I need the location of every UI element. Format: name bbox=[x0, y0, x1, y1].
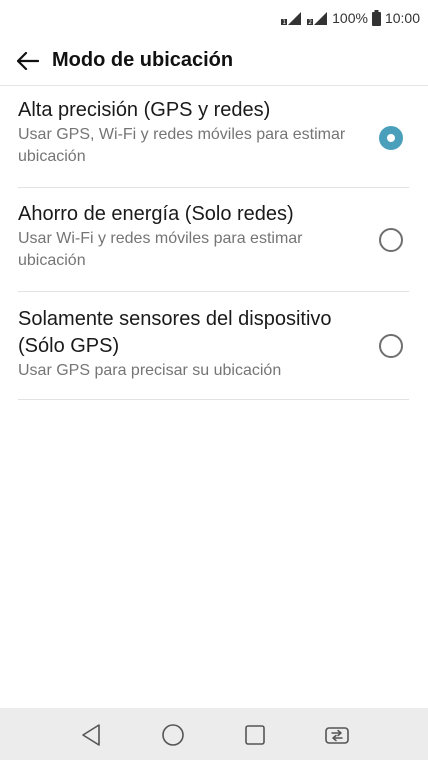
option-subtitle: Usar Wi-Fi y redes móviles para estimar … bbox=[18, 230, 303, 269]
nav-back-button[interactable] bbox=[78, 722, 104, 748]
navigation-bar bbox=[0, 708, 428, 760]
triangle-left-icon bbox=[82, 724, 100, 746]
sim2-signal-icon: 2 bbox=[306, 10, 328, 26]
circle-icon bbox=[162, 724, 184, 746]
app-bar: Modo de ubicación bbox=[0, 36, 428, 86]
nav-recents-button[interactable] bbox=[242, 722, 268, 748]
option-title: Ahorro de energía (Solo redes) bbox=[18, 203, 294, 225]
page-title: Modo de ubicación bbox=[52, 49, 234, 71]
nav-home-button[interactable] bbox=[160, 722, 186, 748]
radio-button[interactable] bbox=[379, 333, 403, 358]
status-bar: 1 2 100% 10:00 bbox=[0, 0, 428, 36]
clock: 10:00 bbox=[384, 10, 420, 26]
nav-dual-window-button[interactable] bbox=[324, 722, 350, 748]
sim1-signal-icon: 1 bbox=[280, 10, 302, 26]
square-icon bbox=[245, 725, 265, 745]
option-device-only[interactable]: Solamente sensores del dispositivo (Sólo… bbox=[18, 292, 409, 400]
option-battery-saving[interactable]: Ahorro de energía (Solo redes) Usar Wi-F… bbox=[18, 188, 409, 292]
location-mode-list: Alta precisión (GPS y redes) Usar GPS, W… bbox=[18, 88, 409, 400]
option-subtitle: Usar GPS para precisar su ubicación bbox=[18, 362, 282, 379]
option-high-accuracy[interactable]: Alta precisión (GPS y redes) Usar GPS, W… bbox=[18, 88, 409, 188]
svg-text:2: 2 bbox=[308, 19, 312, 26]
option-subtitle: Usar GPS, Wi-Fi y redes móviles para est… bbox=[18, 126, 346, 165]
svg-text:1: 1 bbox=[282, 19, 286, 26]
back-button[interactable] bbox=[14, 47, 42, 75]
radio-button[interactable] bbox=[379, 227, 403, 252]
battery-icon bbox=[371, 10, 381, 26]
option-title: Alta precisión (GPS y redes) bbox=[18, 99, 271, 121]
arrow-left-icon bbox=[17, 51, 39, 70]
battery-percent: 100% bbox=[332, 10, 368, 26]
option-title: Solamente sensores del dispositivo (Sólo… bbox=[18, 308, 332, 357]
dual-window-switch-icon bbox=[325, 727, 349, 744]
radio-button-selected[interactable] bbox=[379, 125, 403, 150]
